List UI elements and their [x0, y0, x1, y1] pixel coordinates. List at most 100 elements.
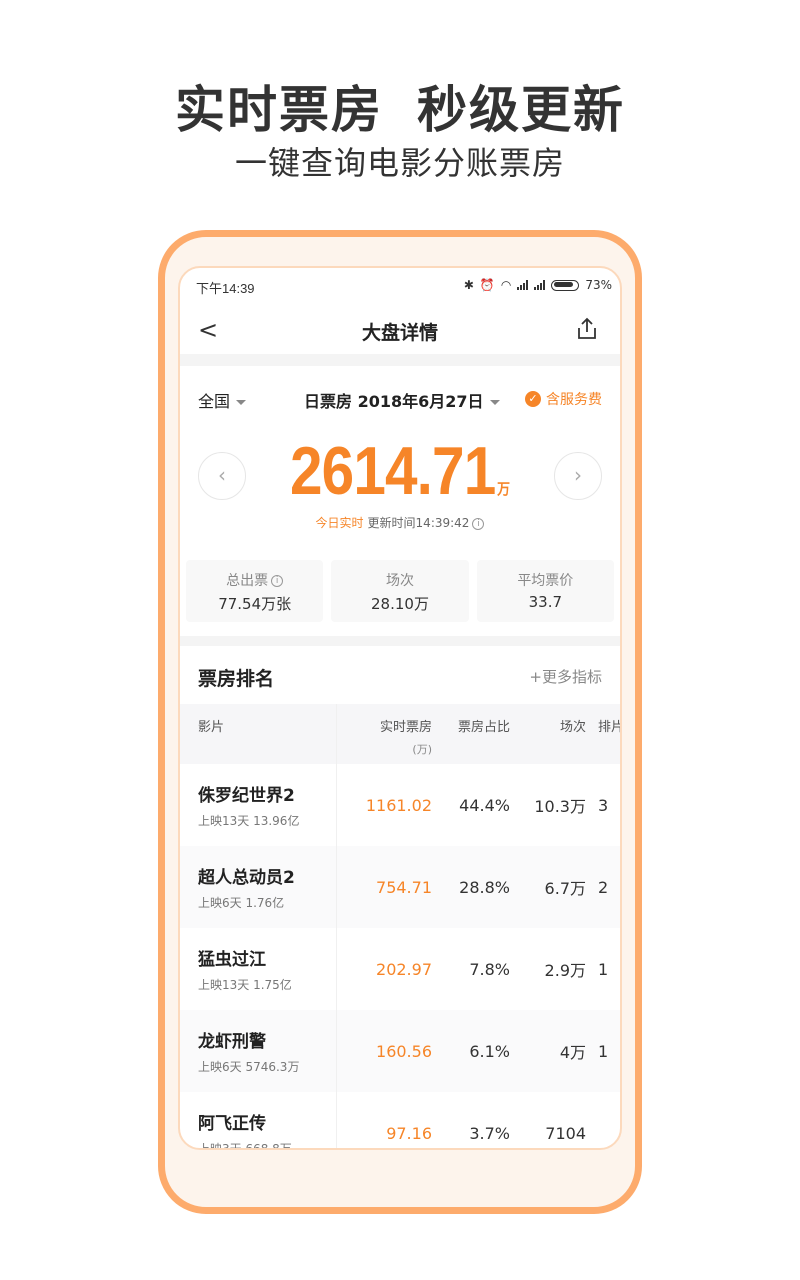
film-name: 猛虫过江	[198, 950, 266, 970]
film-cell: 阿飞正传上映3天 668.8万	[180, 1092, 337, 1150]
service-fee-toggle[interactable]: ✓ 含服务费	[525, 389, 602, 409]
battery-icon	[551, 279, 580, 291]
plus-icon: +	[529, 668, 542, 686]
alarm-icon: ⏰	[479, 278, 495, 292]
date-label: 日票房 2018年6月27日	[304, 392, 484, 411]
share-cell: 44.4%	[459, 795, 510, 815]
signal-icon	[534, 280, 546, 290]
box-cell: 160.56	[336, 1010, 432, 1092]
region-select[interactable]: 全国	[198, 388, 247, 412]
stat-tickets: 总出票 i 77.54万张	[186, 560, 324, 622]
col-box-label: 实时票房	[379, 720, 432, 735]
rank-cell: 1	[586, 1010, 620, 1092]
caret-down-icon	[236, 400, 247, 405]
box-cell: 202.97	[376, 959, 432, 979]
stats-row: 总出票 i 77.54万张 场次 28.10万 平均票价 33.7	[180, 560, 620, 622]
total-box-office: 2614.71 万	[211, 432, 589, 510]
divider	[180, 354, 620, 366]
col-box-unit: (万)	[412, 743, 432, 756]
stat-avg-price: 平均票价 33.7	[476, 560, 614, 622]
stat-label: 场次	[385, 573, 414, 589]
stat-shows: 场次 28.10万	[331, 560, 469, 622]
share-cell: 3.7%	[469, 1123, 510, 1143]
shows-cell: 6.7万	[510, 846, 586, 928]
check-circle-icon: ✓	[525, 391, 541, 407]
box-cell: 754.71	[336, 846, 432, 928]
ranking-table: 影片 实时票房 (万) 票房占比 场次 排片 侏罗纪世界2 上映13天 13.96亿…	[180, 704, 620, 1150]
date-select[interactable]: 日票房 2018年6月27日	[304, 388, 500, 412]
ranking-header: 票房排名 +更多指标	[180, 646, 620, 704]
box-office-summary: ‹ 2614.71 万 › 今日实时 更新时间14:39:42 i	[180, 430, 620, 560]
more-metrics-button[interactable]: +更多指标	[529, 666, 602, 687]
update-time: 更新时间14:39:42	[367, 516, 470, 530]
battery-percent: 73%	[585, 278, 612, 292]
rank-cell	[586, 1092, 620, 1148]
film-sub: 上映6天 1.76亿	[198, 896, 285, 910]
film-cell: 超人总动员2 上映6天 1.76亿	[180, 846, 337, 928]
film-sub: 上映3天 668.8万	[198, 1142, 292, 1150]
col-shows[interactable]: 场次	[510, 704, 586, 764]
film-sub: 上映13天 13.96亿	[198, 814, 300, 828]
stat-label: 总出票	[226, 573, 269, 589]
live-label: 今日实时	[315, 516, 364, 530]
status-bar: 下午14:39 ✱ ⏰ ◠ 73%	[180, 268, 620, 304]
film-cell: 龙虾刑警上映6天 5746.3万	[180, 1010, 337, 1092]
shows-cell: 2.9万	[544, 961, 586, 980]
col-share[interactable]: 票房占比	[432, 704, 510, 764]
update-info: 今日实时 更新时间14:39:42 i	[180, 514, 620, 531]
page-title: 大盘详情	[361, 322, 438, 344]
table-row[interactable]: 超人总动员2 上映6天 1.76亿 754.71 28.8% 6.7万 2	[180, 846, 620, 928]
divider	[180, 636, 620, 646]
shows-cell: 4万	[510, 1010, 586, 1092]
status-icons: ✱ ⏰ ◠ 73%	[464, 278, 612, 292]
table-row[interactable]: 龙虾刑警 上映6天 5746.3万 160.56 6.1% 4万 1	[180, 1010, 620, 1092]
ranking-title: 票房排名	[198, 668, 275, 690]
film-name: 阿飞正传	[198, 1114, 266, 1134]
film-sub: 上映6天 5746.3万	[198, 1060, 300, 1074]
bluetooth-icon: ✱	[463, 278, 474, 292]
film-cell: 侏罗纪世界2 上映13天 13.96亿	[180, 764, 337, 846]
film-name: 侏罗纪世界2	[198, 786, 295, 806]
stat-value: 77.54万张	[218, 595, 292, 613]
table-row[interactable]: 侏罗纪世界2 上映13天 13.96亿 1161.02 44.4% 10.3万 3	[180, 764, 620, 846]
col-rank[interactable]: 排片	[586, 704, 620, 764]
rank-cell: 2	[586, 846, 620, 928]
headline-right: 秒级更新	[417, 81, 625, 139]
table-header: 影片 实时票房 (万) 票房占比 场次 排片	[180, 704, 620, 764]
film-name: 超人总动员2	[198, 868, 295, 888]
stat-value: 28.10万	[371, 595, 429, 613]
rank-cell: 1	[598, 959, 609, 979]
col-film[interactable]: 影片	[180, 704, 337, 764]
phone-screen: 下午14:39 ✱ ⏰ ◠ 73% < 大盘详情 全国 日票房 2018年6月2…	[178, 266, 622, 1150]
wifi-icon: ◠	[500, 278, 512, 292]
signal-icon	[517, 280, 529, 290]
film-sub: 上映13天 1.75亿	[198, 978, 292, 992]
region-label: 全国	[198, 392, 231, 411]
info-icon[interactable]: i	[472, 517, 485, 530]
shows-cell: 10.3万	[534, 797, 586, 816]
service-fee-label: 含服务费	[546, 392, 602, 408]
info-icon[interactable]: i	[271, 575, 284, 587]
next-day-button[interactable]: ›	[554, 452, 602, 500]
promo-subline: 一键查询电影分账票房	[234, 144, 565, 182]
total-unit: 万	[497, 481, 510, 498]
col-box[interactable]: 实时票房 (万)	[336, 704, 432, 764]
box-cell: 1161.02	[365, 795, 432, 815]
promo-headline: 实时票房 秒级更新	[0, 70, 800, 142]
box-cell: 97.16	[386, 1123, 432, 1143]
more-metrics-label: 更多指标	[541, 668, 602, 686]
film-name: 龙虾刑警	[198, 1032, 266, 1052]
table-row[interactable]: 猛虫过江上映13天 1.75亿 202.97 7.8% 2.9万 1	[180, 928, 620, 1010]
stat-value: 33.7	[528, 593, 563, 611]
film-cell: 猛虫过江上映13天 1.75亿	[180, 928, 337, 1010]
headline-left: 实时票房	[175, 81, 383, 139]
status-time: 下午14:39	[196, 281, 255, 296]
table-row[interactable]: 阿飞正传 上映3天 668.8万 97.16 3.7% 7104	[180, 1092, 620, 1150]
share-cell: 28.8%	[432, 846, 510, 928]
share-cell: 7.8%	[469, 959, 510, 979]
caret-down-icon	[489, 400, 500, 405]
total-value: 2614.71	[289, 433, 496, 509]
share-cell: 6.1%	[432, 1010, 510, 1092]
filter-bar: 全国 日票房 2018年6月27日 ✓ 含服务费	[180, 366, 620, 430]
share-icon[interactable]	[574, 316, 600, 342]
